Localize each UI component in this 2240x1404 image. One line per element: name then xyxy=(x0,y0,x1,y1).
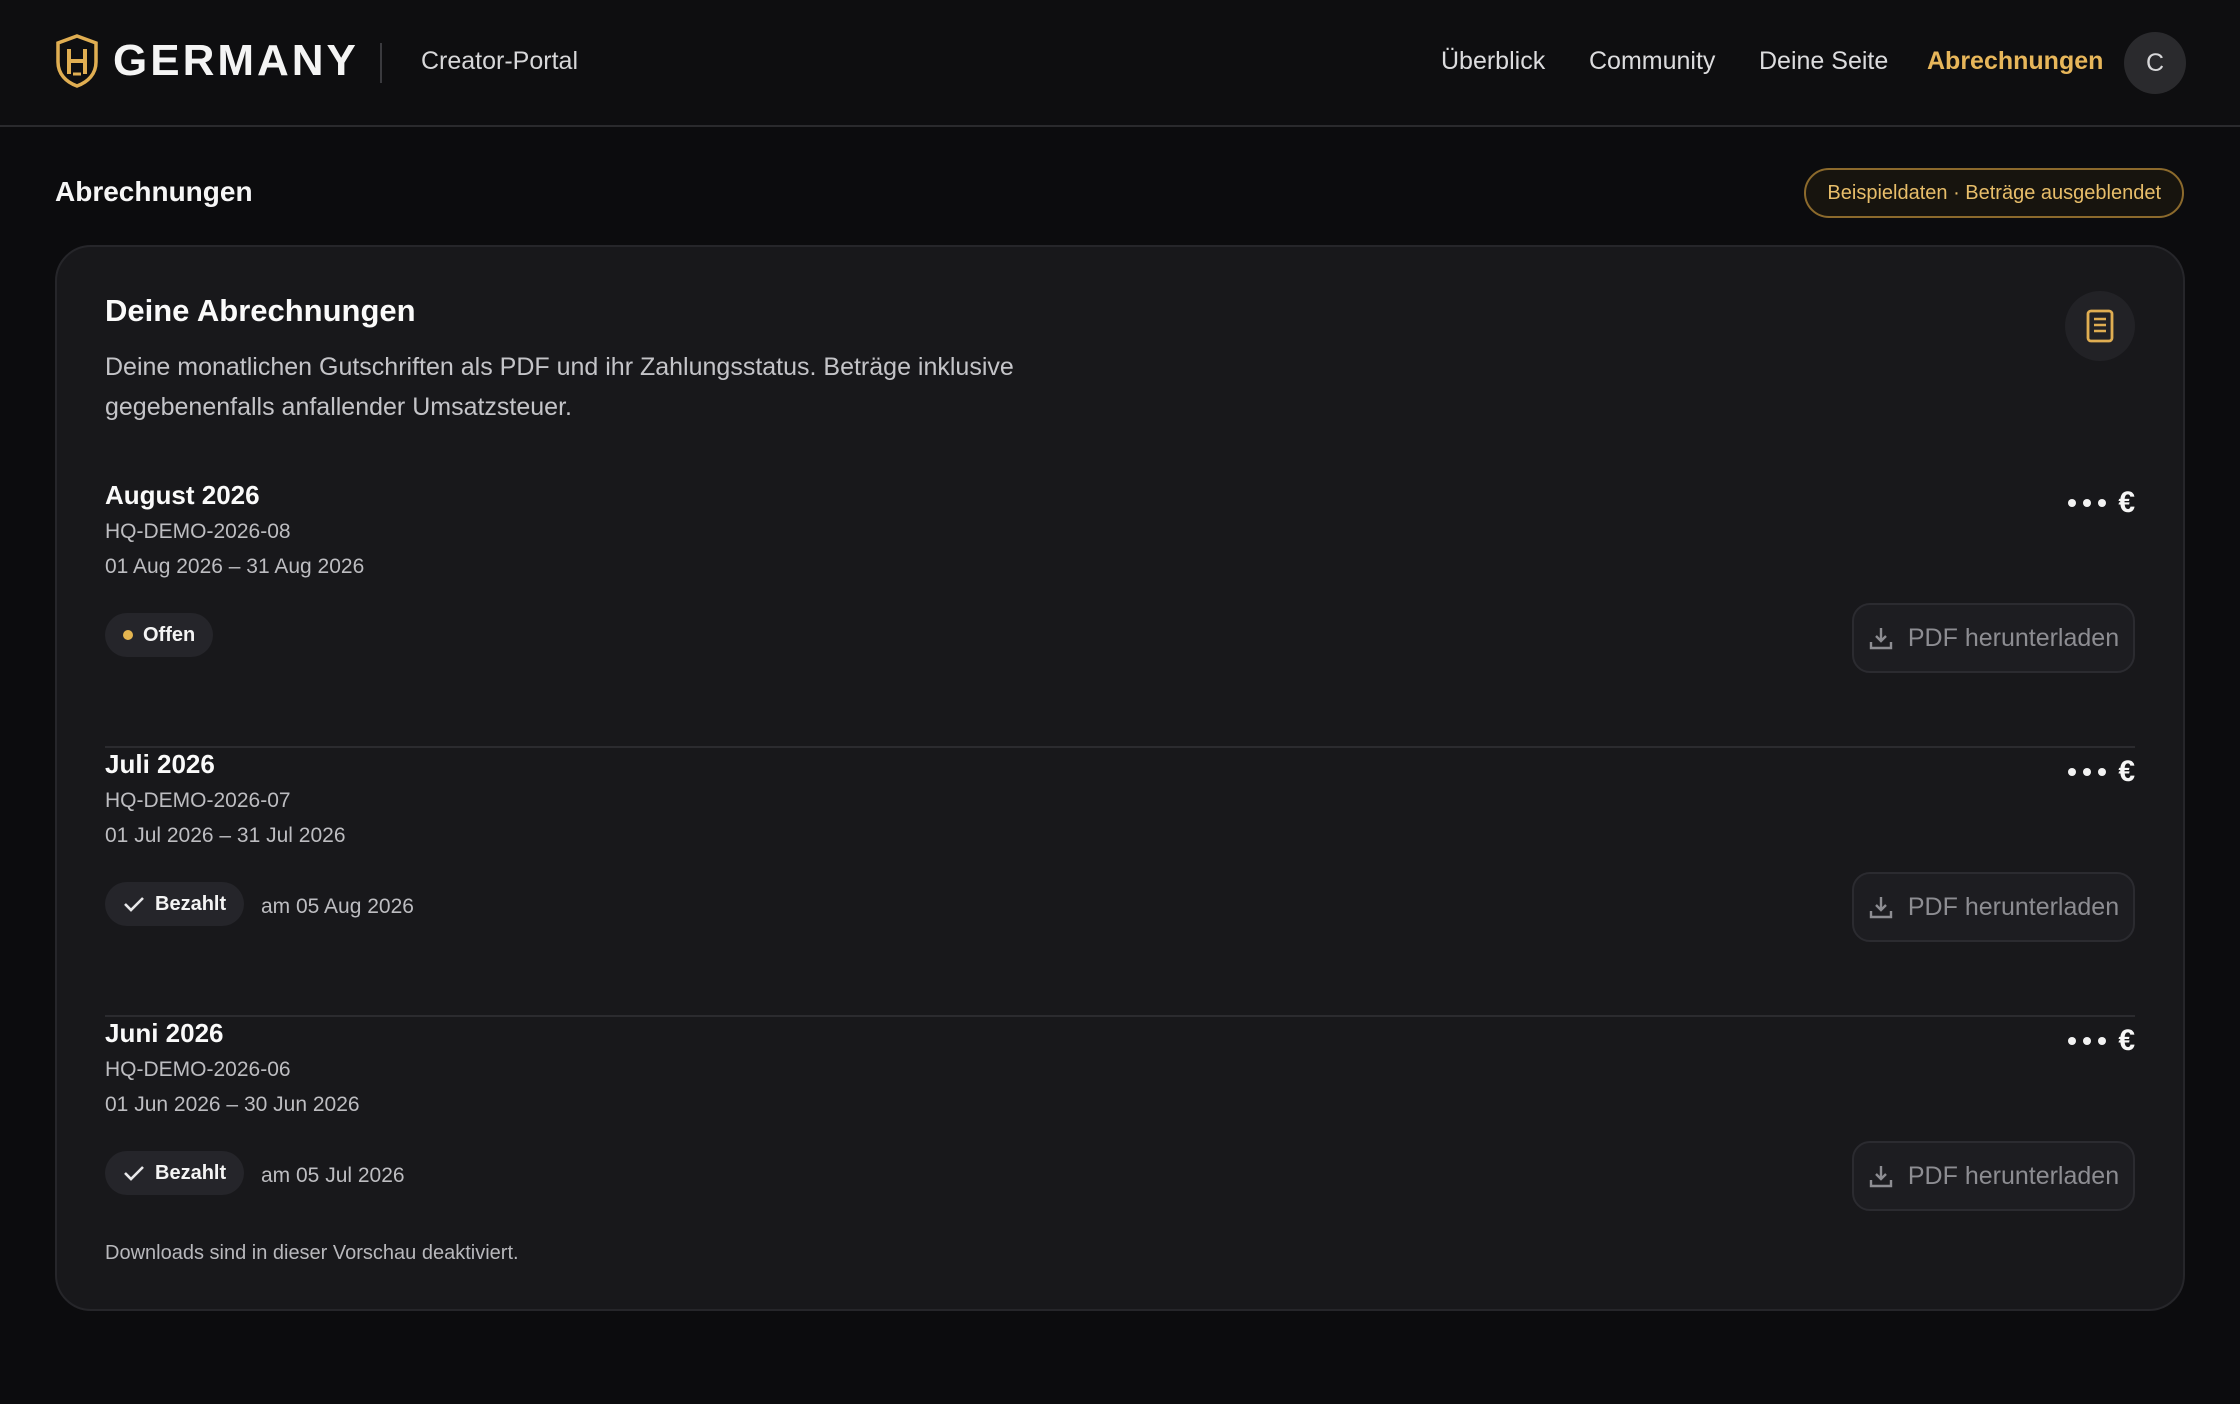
statements-card: Deine Abrechnungen Deine monatlichen Gut… xyxy=(55,245,2185,1311)
document-list-icon xyxy=(2065,291,2135,361)
statement-period: 01 Jun 2026 – 30 Jun 2026 xyxy=(105,1093,360,1116)
pdf-button-label: PDF herunterladen xyxy=(1907,623,2120,652)
download-icon xyxy=(1869,1166,1893,1188)
brand-divider xyxy=(380,43,382,83)
paid-date: am 05 Aug 2026 xyxy=(261,895,414,918)
hidden-amount: € xyxy=(2068,755,2135,789)
statement-row: August 2026 HQ-DEMO-2026-08 01 Aug 2026 … xyxy=(105,480,2135,748)
page-title: Abrechnungen xyxy=(55,176,253,207)
downloads-disabled-note: Downloads sind in dieser Vorschau deakti… xyxy=(105,1242,519,1264)
pdf-download-button[interactable]: PDF herunterladen xyxy=(1852,1141,2135,1211)
nav-item-ueberblick[interactable]: Überblick xyxy=(1441,47,1545,76)
status-badge-paid: Bezahlt xyxy=(105,1151,245,1195)
pdf-download-button[interactable]: PDF herunterladen xyxy=(1852,603,2135,673)
statement-row: Juli 2026 HQ-DEMO-2026-07 01 Jul 2026 – … xyxy=(105,749,2135,1017)
masked-amount-dots xyxy=(2068,768,2107,776)
top-bar: GERMANY Creator-Portal Überblick Communi… xyxy=(0,0,2240,127)
avatar[interactable]: C xyxy=(2124,32,2186,94)
currency-symbol: € xyxy=(2118,1024,2135,1057)
download-icon xyxy=(1869,897,1893,919)
masked-amount-dots xyxy=(2068,499,2107,507)
hidden-amount: € xyxy=(2068,486,2135,520)
status-label: Bezahlt xyxy=(155,1161,227,1184)
shield-logo-icon xyxy=(56,34,98,88)
checkmark-icon xyxy=(124,897,144,912)
status-badge-open: Offen xyxy=(105,613,214,657)
status-badge-paid: Bezahlt xyxy=(105,882,245,926)
nav-item-community[interactable]: Community xyxy=(1589,47,1715,76)
statement-id: HQ-DEMO-2026-06 xyxy=(105,1058,291,1081)
statement-month: Juli 2026 xyxy=(105,749,215,779)
statement-period: 01 Jul 2026 – 31 Jul 2026 xyxy=(105,824,346,847)
pdf-button-label: PDF herunterladen xyxy=(1907,1161,2120,1190)
statement-month: Juni 2026 xyxy=(105,1018,224,1048)
statement-id: HQ-DEMO-2026-07 xyxy=(105,789,291,812)
status-dot-icon xyxy=(123,630,133,640)
nav-item-deine-seite[interactable]: Deine Seite xyxy=(1759,47,1888,76)
currency-symbol: € xyxy=(2118,486,2135,519)
statement-month: August 2026 xyxy=(105,480,260,510)
demo-data-badge: Beispieldaten · Beträge ausgeblendet xyxy=(1804,168,2184,218)
card-title: Deine Abrechnungen xyxy=(105,293,416,328)
nav-item-abrechnungen[interactable]: Abrechnungen xyxy=(1927,47,2103,76)
download-icon xyxy=(1869,628,1893,650)
status-label: Offen xyxy=(143,623,196,646)
pdf-button-label: PDF herunterladen xyxy=(1907,892,2120,921)
checkmark-icon xyxy=(124,1166,144,1181)
statement-period: 01 Aug 2026 – 31 Aug 2026 xyxy=(105,555,365,578)
card-description: Deine monatlichen Gutschriften als PDF u… xyxy=(105,353,1014,421)
paid-date: am 05 Jul 2026 xyxy=(261,1164,405,1187)
currency-symbol: € xyxy=(2118,755,2135,788)
status-label: Bezahlt xyxy=(155,892,227,915)
hidden-amount: € xyxy=(2068,1024,2135,1058)
masked-amount-dots xyxy=(2068,1037,2107,1045)
brand-name: GERMANY xyxy=(113,36,359,85)
statement-id: HQ-DEMO-2026-08 xyxy=(105,520,291,543)
portal-subtitle: Creator-Portal xyxy=(421,47,578,75)
brand[interactable]: GERMANY xyxy=(55,34,359,88)
pdf-download-button[interactable]: PDF herunterladen xyxy=(1852,872,2135,942)
